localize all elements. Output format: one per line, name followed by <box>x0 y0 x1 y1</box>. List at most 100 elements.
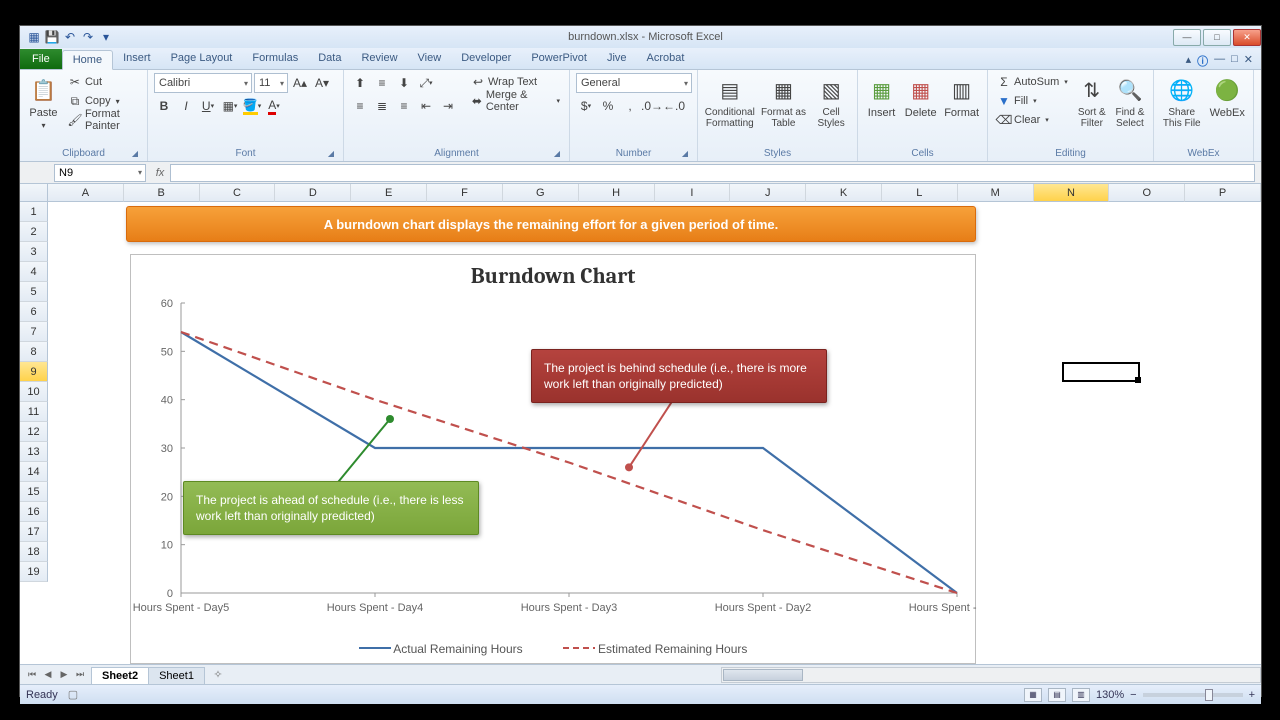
borders-button[interactable]: ▦▾ <box>220 96 240 116</box>
column-header[interactable]: P <box>1185 184 1261 202</box>
italic-button[interactable]: I <box>176 96 196 116</box>
qat-customize-icon[interactable]: ▾ <box>98 29 114 45</box>
row-header[interactable]: 19 <box>20 562 48 582</box>
macro-record-icon[interactable]: ▢ <box>68 688 78 701</box>
clear-button[interactable]: ⌫Clear▾ <box>994 111 1071 129</box>
mdi-minimize-button[interactable]: — <box>1214 53 1225 69</box>
column-header[interactable]: H <box>579 184 655 202</box>
ribbon-minimize-icon[interactable]: ▴ <box>1186 53 1192 69</box>
font-size-combo[interactable]: 11 <box>254 73 288 93</box>
font-dialog-launcher[interactable]: ◢ <box>325 147 337 159</box>
page-break-view-icon[interactable]: ▥ <box>1072 688 1090 702</box>
column-header[interactable]: E <box>351 184 427 202</box>
ribbon-tab-jive[interactable]: Jive <box>597 49 637 69</box>
help-icon[interactable]: ⓘ <box>1197 53 1208 69</box>
column-header[interactable]: C <box>200 184 276 202</box>
decrease-font-icon[interactable]: A▾ <box>312 73 332 93</box>
column-header[interactable]: G <box>503 184 579 202</box>
row-header[interactable]: 2 <box>20 222 48 242</box>
maximize-button[interactable]: □ <box>1203 29 1231 46</box>
ribbon-tab-formulas[interactable]: Formulas <box>242 49 308 69</box>
align-middle-icon[interactable]: ≡ <box>372 73 392 93</box>
active-cell[interactable] <box>1062 362 1140 382</box>
align-top-icon[interactable]: ⬆ <box>350 73 370 93</box>
row-header[interactable]: 8 <box>20 342 48 362</box>
ribbon-tab-developer[interactable]: Developer <box>451 49 521 69</box>
zoom-in-icon[interactable]: + <box>1249 689 1255 701</box>
share-file-button[interactable]: 🌐Share This File <box>1160 73 1203 129</box>
row-header[interactable]: 12 <box>20 422 48 442</box>
accounting-format-icon[interactable]: $▾ <box>576 96 596 116</box>
column-header[interactable]: B <box>124 184 200 202</box>
zoom-out-icon[interactable]: − <box>1130 689 1136 701</box>
delete-cells-button[interactable]: ▦Delete <box>903 73 938 119</box>
orientation-icon[interactable]: ⤢▾ <box>416 73 436 93</box>
number-dialog-launcher[interactable]: ◢ <box>679 147 691 159</box>
format-painter-button[interactable]: 🖌Format Painter <box>65 111 141 129</box>
ribbon-tab-powerpivot[interactable]: PowerPivot <box>521 49 597 69</box>
column-header[interactable]: J <box>730 184 806 202</box>
row-header[interactable]: 17 <box>20 522 48 542</box>
normal-view-icon[interactable]: ▦ <box>1024 688 1042 702</box>
sheet-tab-sheet1[interactable]: Sheet1 <box>148 667 205 684</box>
column-header[interactable]: L <box>882 184 958 202</box>
conditional-formatting-button[interactable]: ▤Conditional Formatting <box>704 73 756 129</box>
row-header[interactable]: 1 <box>20 202 48 222</box>
format-cells-button[interactable]: ▥Format <box>942 73 981 119</box>
file-tab[interactable]: File <box>20 49 62 69</box>
ribbon-tab-data[interactable]: Data <box>308 49 351 69</box>
column-header[interactable]: K <box>806 184 882 202</box>
ribbon-tab-home[interactable]: Home <box>62 50 113 70</box>
tab-nav-prev-icon[interactable]: ◀ <box>40 669 56 680</box>
decrease-indent-icon[interactable]: ⇤ <box>416 96 436 116</box>
tab-nav-first-icon[interactable]: ⏮ <box>24 669 40 680</box>
underline-button[interactable]: U▾ <box>198 96 218 116</box>
mdi-restore-button[interactable]: □ <box>1231 53 1238 69</box>
comma-format-icon[interactable]: , <box>620 96 640 116</box>
page-layout-view-icon[interactable]: ▤ <box>1048 688 1066 702</box>
chart-object[interactable]: Burndown Chart 0102030405060Hours Spent … <box>130 254 976 664</box>
row-header[interactable]: 16 <box>20 502 48 522</box>
font-color-button[interactable]: A▾ <box>264 96 284 116</box>
paste-button[interactable]: 📋 Paste ▾ <box>26 73 61 130</box>
align-center-icon[interactable]: ≣ <box>372 96 392 116</box>
worksheet-area[interactable]: ABCDEFGHIJKLMNOP 12345678910111213141516… <box>20 184 1261 664</box>
cell-styles-button[interactable]: ▧Cell Styles <box>811 73 851 129</box>
row-header[interactable]: 13 <box>20 442 48 462</box>
decrease-decimal-icon[interactable]: ←.0 <box>664 96 684 116</box>
align-right-icon[interactable]: ≡ <box>394 96 414 116</box>
align-bottom-icon[interactable]: ⬇ <box>394 73 414 93</box>
row-header[interactable]: 3 <box>20 242 48 262</box>
undo-icon[interactable]: ↶ <box>62 29 78 45</box>
align-left-icon[interactable]: ≡ <box>350 96 370 116</box>
select-all-corner[interactable] <box>20 184 48 202</box>
fill-button[interactable]: ▼Fill▾ <box>994 92 1071 110</box>
tab-nav-last-icon[interactable]: ⏭ <box>72 669 88 680</box>
column-header[interactable]: D <box>275 184 351 202</box>
fill-color-button[interactable]: 🪣▾ <box>242 96 262 116</box>
row-header[interactable]: 14 <box>20 462 48 482</box>
increase-indent-icon[interactable]: ⇥ <box>438 96 458 116</box>
sort-filter-button[interactable]: ⇅Sort & Filter <box>1075 73 1109 129</box>
ribbon-tab-view[interactable]: View <box>408 49 452 69</box>
cut-button[interactable]: ✂Cut <box>65 73 141 91</box>
column-header[interactable]: F <box>427 184 503 202</box>
fx-icon[interactable]: fx <box>150 167 170 179</box>
redo-icon[interactable]: ↷ <box>80 29 96 45</box>
column-header[interactable]: M <box>958 184 1034 202</box>
column-header[interactable]: A <box>48 184 124 202</box>
row-header[interactable]: 5 <box>20 282 48 302</box>
ribbon-tab-acrobat[interactable]: Acrobat <box>637 49 695 69</box>
increase-font-icon[interactable]: A▴ <box>290 73 310 93</box>
tab-nav-next-icon[interactable]: ▶ <box>56 669 72 680</box>
bold-button[interactable]: B <box>154 96 174 116</box>
insert-cells-button[interactable]: ▦Insert <box>864 73 899 119</box>
row-header[interactable]: 6 <box>20 302 48 322</box>
row-header[interactable]: 11 <box>20 402 48 422</box>
autosum-button[interactable]: ΣAutoSum▾ <box>994 73 1071 91</box>
ribbon-tab-insert[interactable]: Insert <box>113 49 161 69</box>
new-sheet-icon[interactable]: ✧ <box>209 668 227 681</box>
zoom-slider[interactable] <box>1143 693 1243 697</box>
row-header[interactable]: 10 <box>20 382 48 402</box>
row-header[interactable]: 4 <box>20 262 48 282</box>
